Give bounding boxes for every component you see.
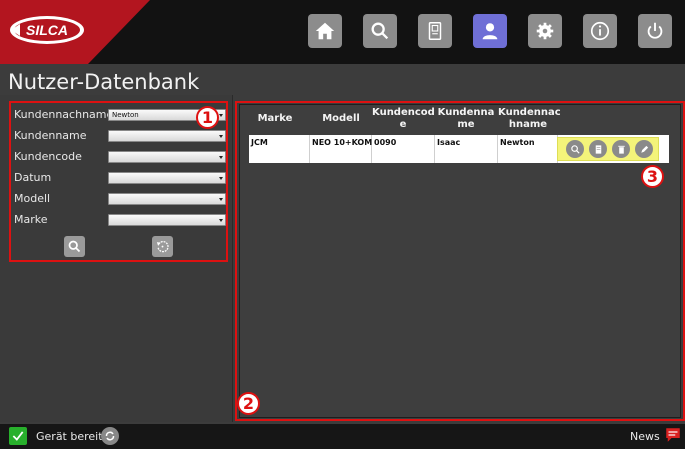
chevron-down-icon — [219, 114, 223, 117]
column-divider — [497, 135, 498, 163]
news-label[interactable]: News — [630, 430, 660, 443]
column-header-kundennachname[interactable]: Kundennac hname — [498, 107, 561, 131]
cell-kundencode: 0090 — [374, 138, 397, 147]
filter-row-kundencode: Kundencode — [14, 149, 226, 165]
sync-icon[interactable] — [101, 427, 119, 445]
column-divider — [309, 135, 310, 163]
home-button[interactable] — [308, 14, 342, 48]
kundenname-select[interactable] — [108, 130, 226, 142]
chevron-down-icon — [219, 198, 223, 201]
device-ready-check-icon — [9, 427, 27, 445]
filter-row-marke: Marke — [14, 212, 226, 228]
status-text: Gerät bereit — [36, 430, 103, 443]
column-header-kundenname[interactable]: Kundenna me — [436, 107, 496, 131]
power-button[interactable] — [638, 14, 672, 48]
kundencode-select[interactable] — [108, 151, 226, 163]
user-database-button[interactable] — [473, 14, 507, 48]
user-icon — [482, 23, 498, 40]
copy-icon — [595, 144, 601, 154]
cell-kundenname: Isaac — [437, 138, 461, 147]
filter-row-kundenname: Kundenname — [14, 128, 226, 144]
reset-button[interactable] — [152, 236, 173, 257]
filter-row-datum: Datum — [14, 170, 226, 186]
settings-button[interactable] — [528, 14, 562, 48]
view-icon — [570, 144, 580, 154]
home-icon — [315, 22, 335, 40]
filter-label: Datum — [14, 171, 52, 184]
info-button[interactable] — [583, 14, 617, 48]
filter-label: Kundennachname — [14, 108, 114, 121]
key-database-button[interactable] — [418, 14, 452, 48]
search-button[interactable] — [64, 236, 85, 257]
power-icon — [647, 22, 663, 39]
column-header-kundencode[interactable]: Kundencod e — [372, 107, 435, 131]
filter-row-modell: Modell — [14, 191, 226, 207]
delete-button[interactable] — [612, 140, 630, 158]
chevron-down-icon — [219, 219, 223, 222]
column-header-marke[interactable]: Marke — [253, 113, 297, 125]
filter-label: Modell — [14, 192, 51, 205]
column-divider — [434, 135, 435, 163]
filter-label: Kundencode — [14, 150, 82, 163]
reset-icon — [156, 241, 169, 253]
news-chat-icon[interactable] — [664, 426, 682, 444]
cell-modell: NEO 10+KOM — [312, 138, 373, 147]
gear-icon — [536, 22, 554, 40]
callout-2: 2 — [237, 392, 260, 415]
edit-button[interactable] — [635, 140, 653, 158]
top-bar: SILCA — [0, 0, 685, 64]
page-title: Nutzer-Datenbank — [8, 70, 200, 94]
filter-row-kundennachname: Kundennachname Newton — [14, 107, 226, 123]
edit-icon — [640, 145, 648, 153]
callout-1: 1 — [196, 106, 219, 129]
chevron-down-icon — [219, 135, 223, 138]
column-header-modell[interactable]: Modell — [313, 113, 369, 125]
marke-select[interactable] — [108, 214, 226, 226]
svg-text:SILCA: SILCA — [26, 22, 68, 38]
info-icon — [590, 21, 610, 41]
search-icon — [371, 22, 389, 40]
datum-select[interactable] — [108, 172, 226, 184]
delete-icon — [617, 145, 625, 154]
key-database-icon — [428, 22, 442, 40]
field-value: Newton — [112, 111, 139, 119]
chevron-down-icon — [219, 156, 223, 159]
search-nav-button[interactable] — [363, 14, 397, 48]
view-button[interactable] — [566, 140, 584, 158]
cell-kundennachname: Newton — [500, 138, 535, 147]
cell-marke: JCM — [251, 138, 268, 147]
copy-button[interactable] — [589, 140, 607, 158]
filter-label: Marke — [14, 213, 48, 226]
callout-3: 3 — [641, 165, 664, 188]
search-icon — [68, 240, 81, 253]
chevron-down-icon — [219, 177, 223, 180]
modell-select[interactable] — [108, 193, 226, 205]
silca-logo: SILCA — [10, 16, 84, 44]
filter-label: Kundenname — [14, 129, 87, 142]
